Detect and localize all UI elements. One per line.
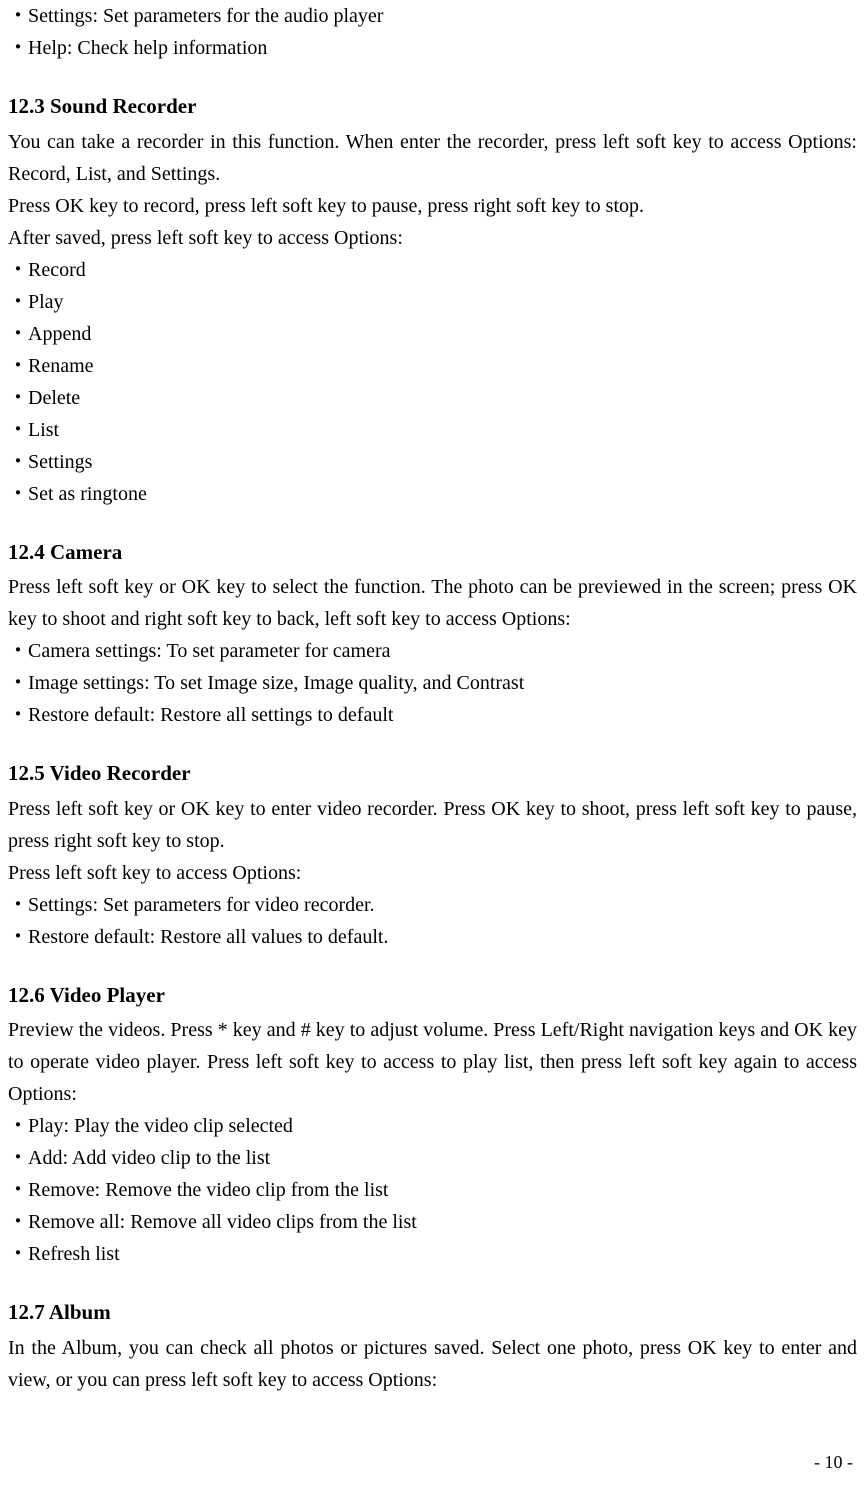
list-item: ・Play xyxy=(8,286,857,318)
body-text: You can take a recorder in this function… xyxy=(8,126,857,190)
list-item: ・Add: Add video clip to the list xyxy=(8,1142,857,1174)
bullet-text: Record xyxy=(28,259,86,281)
section-heading-12-6: 12.6 Video Player xyxy=(8,979,857,1013)
bullet-text: Append xyxy=(28,323,91,345)
list-item: ・Camera settings: To set parameter for c… xyxy=(8,635,857,667)
body-text: Press left soft key to access Options: xyxy=(8,857,857,889)
bullet-text: List xyxy=(28,419,59,441)
list-item: ・Settings xyxy=(8,446,857,478)
list-item: ・Restore default: Restore all values to … xyxy=(8,921,857,953)
bullet-text: Set as ringtone xyxy=(28,483,147,505)
bullet-icon: ・ xyxy=(8,894,28,916)
body-text: Press OK key to record, press left soft … xyxy=(8,190,857,222)
list-item: ・Rename xyxy=(8,350,857,382)
bullet-text: Restore default: Restore all settings to… xyxy=(28,704,393,726)
list-item: ・Restore default: Restore all settings t… xyxy=(8,699,857,731)
bullet-icon: ・ xyxy=(8,672,28,694)
list-item: ・Append xyxy=(8,318,857,350)
bullet-icon: ・ xyxy=(8,387,28,409)
bullet-text: Remove: Remove the video clip from the l… xyxy=(28,1179,388,1201)
section-heading-12-4: 12.4 Camera xyxy=(8,536,857,570)
section-heading-12-3: 12.3 Sound Recorder xyxy=(8,90,857,124)
bullet-text: Rename xyxy=(28,355,94,377)
list-item: ・Image settings: To set Image size, Imag… xyxy=(8,667,857,699)
bullet-icon: ・ xyxy=(8,451,28,473)
bullet-icon: ・ xyxy=(8,5,28,27)
body-text: In the Album, you can check all photos o… xyxy=(8,1332,857,1396)
list-item: ・Record xyxy=(8,254,857,286)
bullet-icon: ・ xyxy=(8,1147,28,1169)
body-text: Press left soft key or OK key to enter v… xyxy=(8,793,857,857)
intro-bullet-item: ・Settings: Set parameters for the audio … xyxy=(8,0,857,32)
bullet-icon: ・ xyxy=(8,419,28,441)
list-item: ・Play: Play the video clip selected xyxy=(8,1110,857,1142)
page-number: - 10 - xyxy=(814,1448,853,1477)
bullet-text: Settings: Set parameters for the audio p… xyxy=(28,5,383,27)
bullet-text: Remove all: Remove all video clips from … xyxy=(28,1211,417,1233)
bullet-text: Settings xyxy=(28,451,92,473)
section-heading-12-7: 12.7 Album xyxy=(8,1296,857,1330)
bullet-text: Refresh list xyxy=(28,1243,120,1265)
bullet-text: Play: Play the video clip selected xyxy=(28,1115,293,1137)
section-heading-12-5: 12.5 Video Recorder xyxy=(8,757,857,791)
list-item: ・Settings: Set parameters for video reco… xyxy=(8,889,857,921)
bullet-icon: ・ xyxy=(8,355,28,377)
bullet-icon: ・ xyxy=(8,37,28,59)
document-body: ・Settings: Set parameters for the audio … xyxy=(0,0,865,1396)
bullet-icon: ・ xyxy=(8,926,28,948)
bullet-icon: ・ xyxy=(8,291,28,313)
bullet-text: Play xyxy=(28,291,64,313)
bullet-icon: ・ xyxy=(8,323,28,345)
bullet-icon: ・ xyxy=(8,1243,28,1265)
list-item: ・Remove all: Remove all video clips from… xyxy=(8,1206,857,1238)
bullet-text: Camera settings: To set parameter for ca… xyxy=(28,640,391,662)
bullet-icon: ・ xyxy=(8,640,28,662)
list-item: ・Set as ringtone xyxy=(8,478,857,510)
bullet-icon: ・ xyxy=(8,1211,28,1233)
intro-bullet-item: ・Help: Check help information xyxy=(8,32,857,64)
body-text: After saved, press left soft key to acce… xyxy=(8,222,857,254)
list-item: ・Refresh list xyxy=(8,1238,857,1270)
bullet-icon: ・ xyxy=(8,1179,28,1201)
bullet-text: Restore default: Restore all values to d… xyxy=(28,926,388,948)
bullet-icon: ・ xyxy=(8,1115,28,1137)
list-item: ・List xyxy=(8,414,857,446)
bullet-text: Image settings: To set Image size, Image… xyxy=(28,672,524,694)
bullet-text: Settings: Set parameters for video recor… xyxy=(28,894,375,916)
body-text: Preview the videos. Press * key and # ke… xyxy=(8,1014,857,1110)
bullet-icon: ・ xyxy=(8,259,28,281)
bullet-icon: ・ xyxy=(8,704,28,726)
bullet-icon: ・ xyxy=(8,483,28,505)
bullet-text: Add: Add video clip to the list xyxy=(28,1147,270,1169)
list-item: ・Remove: Remove the video clip from the … xyxy=(8,1174,857,1206)
list-item: ・Delete xyxy=(8,382,857,414)
bullet-text: Help: Check help information xyxy=(28,37,267,59)
bullet-text: Delete xyxy=(28,387,80,409)
body-text: Press left soft key or OK key to select … xyxy=(8,571,857,635)
